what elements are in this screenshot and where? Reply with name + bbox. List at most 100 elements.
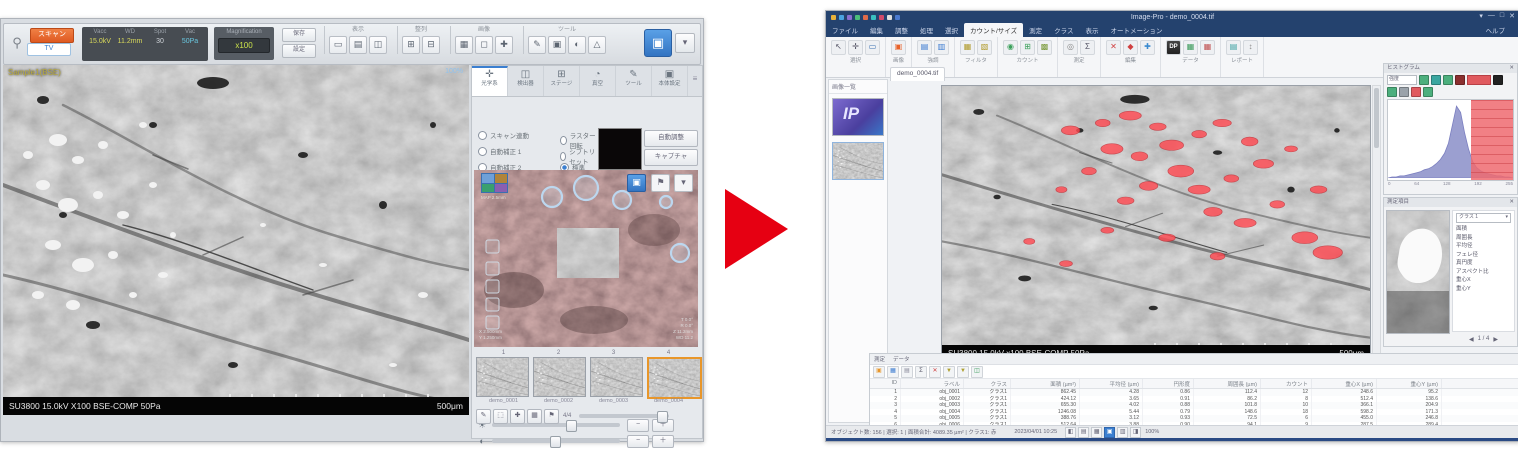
table-tool-icon[interactable]: ◫	[971, 366, 983, 378]
table-column-header[interactable]: ID	[870, 379, 901, 388]
image-thumbnail[interactable]	[590, 357, 643, 397]
table-column-header[interactable]: 周囲長 (µm)	[1194, 379, 1261, 388]
ribbon-icon-button[interactable]: ▦	[1183, 40, 1198, 55]
thumb-toolbar-icon[interactable]: ▦	[527, 409, 542, 424]
view-mode-icon[interactable]: ▤	[1078, 427, 1089, 438]
ribbon-icon-button[interactable]: ✕	[1106, 40, 1121, 55]
table-column-header[interactable]: カウント	[1261, 379, 1312, 388]
background-color-swatch[interactable]	[1493, 75, 1503, 85]
ribbon-icon-button[interactable]: ◉	[1003, 40, 1018, 55]
toolbar-icon-button[interactable]: ⊟	[422, 36, 440, 54]
radio-icon[interactable]	[478, 147, 487, 156]
thumb-toolbar-icon[interactable]: ⬚	[493, 409, 508, 424]
sem-image-viewport[interactable]: Sample1(BSE) 100% SU3800 15.0kV X100 BSE…	[3, 65, 469, 415]
table-tool-icon[interactable]: ✕	[929, 366, 941, 378]
thumb-size-slider-thumb[interactable]	[657, 411, 668, 423]
analysis-image-viewport[interactable]: SU3800 15.0kV x100 BSE-COMP 50Pa 500μm	[941, 85, 1371, 363]
scan-button[interactable]: スキャン	[30, 28, 74, 43]
close-icon[interactable]: ✕	[1509, 12, 1515, 20]
measurement-item[interactable]: 重心Y	[1456, 285, 1511, 294]
ribbon-icon-button[interactable]: ▧	[977, 40, 992, 55]
panel-tabs-overflow-button[interactable]: ≡	[688, 66, 702, 96]
ribbon-icon-button[interactable]: ↕	[1243, 40, 1258, 55]
toolbar-icon-button[interactable]: ✚	[495, 36, 513, 54]
toolbar-icon-button[interactable]: ◐	[568, 36, 586, 54]
ribbon-icon-button[interactable]: ▣	[891, 40, 906, 55]
document-tab[interactable]: demo_0004.tif	[890, 67, 945, 81]
table-column-header[interactable]: クラス	[964, 379, 1011, 388]
threshold-color-button[interactable]	[1431, 75, 1441, 85]
ribbon-tab[interactable]: 表示	[1080, 23, 1105, 37]
stage-navigation-camera[interactable]: MAP 2.5mm ▣ ⚑ ▾ X 2.500mmY 1.250mm T 0.0…	[474, 170, 698, 347]
ribbon-tab[interactable]: 調整	[889, 23, 914, 37]
measurement-item[interactable]: 真円度	[1456, 259, 1511, 268]
view-mode-icon[interactable]: ◨	[1130, 427, 1141, 438]
image-thumbnail[interactable]	[533, 357, 586, 397]
toolbar-icon-button[interactable]: △	[588, 36, 606, 54]
view-mode-icon[interactable]: ▥	[1117, 427, 1128, 438]
table-tool-icon[interactable]: ▦	[887, 366, 899, 378]
control-panel-tab[interactable]: ▣本体設定	[652, 66, 688, 96]
toolbar-icon-button[interactable]: ◫	[369, 36, 387, 54]
control-panel-tab[interactable]: ◫検出器	[508, 66, 544, 96]
nav-flag-button[interactable]: ⚑	[651, 174, 670, 192]
ribbon-tab[interactable]: オートメーション	[1105, 23, 1169, 37]
ribbon-icon-button[interactable]: ⊞	[1020, 40, 1035, 55]
ribbon-tab[interactable]: 選択	[939, 23, 964, 37]
ribbon-tab[interactable]: ファイル	[826, 23, 864, 37]
auto-adjust-button[interactable]: 自動調整	[644, 130, 698, 147]
table-tool-icon[interactable]: ▣	[873, 366, 885, 378]
ribbon-icon-button[interactable]: ▤	[917, 40, 932, 55]
radio-icon[interactable]	[560, 136, 567, 145]
toolbar-icon-button[interactable]: ▣	[548, 36, 566, 54]
control-panel-tab[interactable]: ✛光学系	[472, 66, 508, 96]
ribbon-icon-button[interactable]: ▦	[960, 40, 975, 55]
preview-pager[interactable]: ◀1 / 4▶	[1452, 334, 1515, 344]
toolbar-side-button[interactable]: 保存	[282, 28, 316, 42]
scan-mode-button[interactable]: TV	[27, 43, 71, 56]
image-thumbnail[interactable]	[647, 357, 702, 399]
toolbar-icon-button[interactable]: ▦	[455, 36, 473, 54]
ribbon-icon-button[interactable]: ✚	[1140, 40, 1155, 55]
close-icon[interactable]: ✕	[1509, 64, 1514, 73]
slider-thumb[interactable]	[550, 436, 561, 448]
table-panel-tab[interactable]: 測定	[874, 355, 885, 364]
threshold-color-button[interactable]	[1419, 75, 1429, 85]
table-tool-icon[interactable]: ▼	[957, 366, 969, 378]
ribbon-icon-button[interactable]: ▩	[1037, 40, 1052, 55]
ribbon-icon-button[interactable]: ◆	[1123, 40, 1138, 55]
ribbon-tab[interactable]: 測定	[1023, 23, 1048, 37]
measurement-item[interactable]: フェレ径	[1456, 251, 1511, 260]
toolbar-icon-button[interactable]: ◻	[475, 36, 493, 54]
toolbar-side-button[interactable]: 設定	[282, 44, 316, 58]
sem-image-thumbnail[interactable]	[832, 142, 884, 180]
ribbon-icon-button[interactable]: ▭	[865, 40, 880, 55]
nav-mode-button[interactable]: ▣	[627, 174, 646, 192]
view-mode-icon[interactable]: ▦	[1091, 427, 1102, 438]
capture-action-button[interactable]: キャプチャ	[644, 149, 698, 166]
control-panel-tab[interactable]: ◔真空	[580, 66, 616, 96]
magnification-value[interactable]: x100	[218, 38, 270, 53]
table-column-header[interactable]: 円形度	[1143, 379, 1194, 388]
threshold-color-button[interactable]	[1387, 87, 1397, 97]
nav-delete-button[interactable]: ▾	[674, 174, 693, 192]
pager-arrow-icon[interactable]: ▶	[1493, 336, 1498, 343]
ribbon-tab[interactable]: 処理	[914, 23, 939, 37]
table-column-header[interactable]: 重心X (µm)	[1312, 379, 1377, 388]
measurement-item[interactable]: 面積	[1456, 225, 1511, 234]
ribbon-icon-button[interactable]: ▤	[1226, 40, 1241, 55]
image-pro-logo-thumbnail[interactable]: IP	[832, 98, 884, 136]
thumb-toolbar-icon[interactable]: ✎	[476, 409, 491, 424]
image-vertical-scrollbar[interactable]	[1372, 85, 1381, 363]
selected-class-color-swatch[interactable]	[1467, 75, 1491, 85]
ribbon-tab-help[interactable]: ヘルプ	[1480, 23, 1512, 37]
histogram-chart[interactable]	[1387, 99, 1514, 181]
ribbon-tab[interactable]: クラス	[1048, 23, 1079, 37]
toolbar-icon-button[interactable]: ✎	[528, 36, 546, 54]
ribbon-icon-button[interactable]: ◎	[1063, 40, 1078, 55]
slider-plus-button[interactable]: ＋	[652, 435, 674, 448]
window-control-icon[interactable]: —	[1488, 12, 1495, 20]
ribbon-tab[interactable]: 編集	[864, 23, 889, 37]
option-row[interactable]: 自動補正 1	[478, 146, 521, 156]
table-column-header[interactable]: 平均径 (µm)	[1080, 379, 1143, 388]
